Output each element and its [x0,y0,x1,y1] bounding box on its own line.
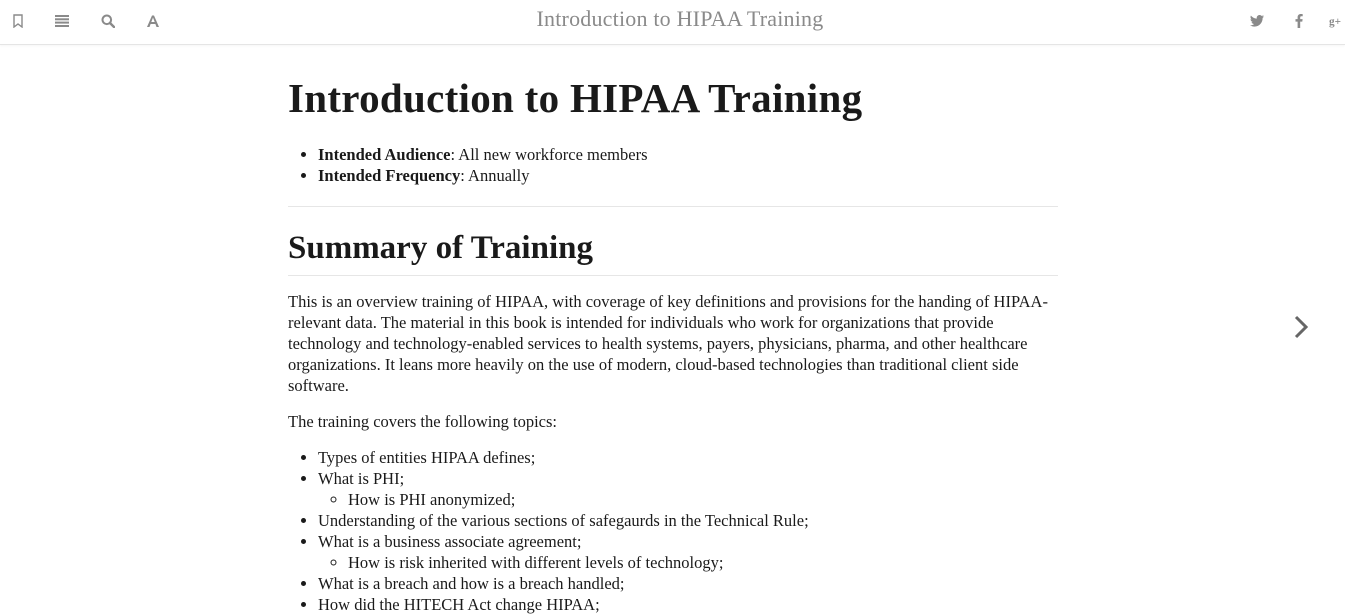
list-item: Understanding of the various sections of… [318,510,1058,531]
list-item: How is risk inherited with different lev… [348,552,1058,573]
page-title: Introduction to HIPAA Training [288,75,863,121]
list-item: What is a business associate agreement; … [318,531,1058,573]
summary-heading: Summary of Training [288,229,1058,276]
list-item: How is PHI anonymized; [348,489,1058,510]
google-plus-icon[interactable]: g+ [1329,10,1345,32]
twitter-icon[interactable] [1246,10,1268,32]
facebook-icon[interactable] [1288,10,1310,32]
meta-value-frequency: : Annually [460,166,530,185]
topic-text: What is PHI; [318,469,405,488]
book-toolbar: Introduction to HIPAA Training g+ [0,0,1345,45]
covers-text: The training covers the following topics… [288,412,557,431]
topics-list: Types of entities HIPAA defines; What is… [288,447,1058,615]
meta-label-frequency: Intended Frequency [318,166,461,185]
book-content: Introduction to HIPAA Training Intended … [288,46,1058,615]
meta-label-audience: Intended Audience [318,145,451,164]
list-item: How did the HITECH Act change HIPAA; [318,594,1058,615]
svg-text:g+: g+ [1329,16,1341,28]
list-item: Intended Frequency: Annually [318,165,1058,186]
list-item: What is PHI; How is PHI anonymized; [318,468,1058,510]
list-item: Intended Audience: All new workforce mem… [318,144,1058,165]
meta-list: Intended Audience: All new workforce mem… [288,144,1058,186]
list-item: Types of entities HIPAA defines; [318,447,1058,468]
topic-text: What is a business associate agreement; [318,532,582,551]
sub-list: How is PHI anonymized; [318,489,1058,510]
section-divider [288,206,1058,207]
book-title: Introduction to HIPAA Training [536,6,824,31]
intro-paragraph: This is an overview training of HIPAA, w… [288,292,1048,395]
list-item: What is a breach and how is a breach han… [318,573,1058,594]
sub-list: How is risk inherited with different lev… [318,552,1058,573]
meta-value-audience: : All new workforce members [450,145,648,164]
chevron-right-icon[interactable] [1290,312,1314,342]
